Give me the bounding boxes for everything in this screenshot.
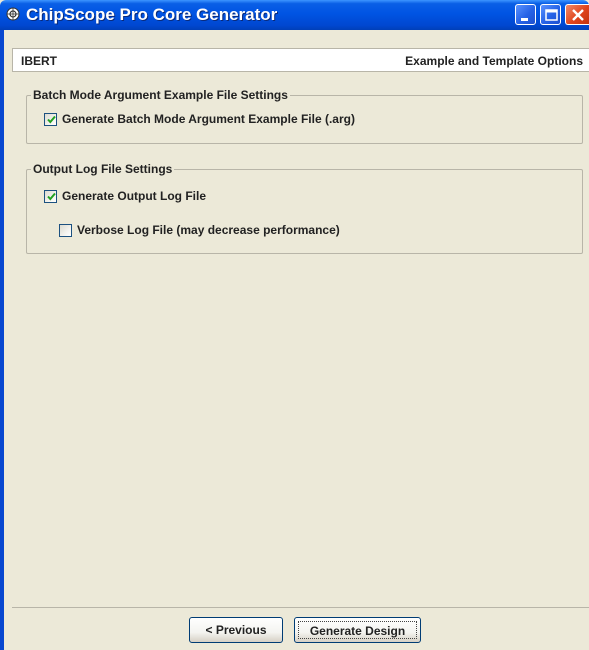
window-title: ChipScope Pro Core Generator (26, 5, 278, 24)
window: ChipScope Pro Core Generator IBERT Examp… (0, 0, 589, 650)
verbose-log-label: Verbose Log File (may decrease performan… (77, 223, 340, 237)
generate-design-label: Generate Design (298, 621, 417, 639)
batch-mode-group: Batch Mode Argument Example File Setting… (26, 88, 583, 144)
generate-design-button[interactable]: Generate Design (294, 617, 421, 643)
close-icon (572, 9, 584, 21)
title-bar[interactable]: ChipScope Pro Core Generator (0, 0, 589, 30)
previous-button[interactable]: < Previous (189, 617, 283, 643)
page-title: Example and Template Options (405, 54, 583, 68)
checkmark-icon (47, 115, 56, 124)
checkmark-icon (47, 192, 56, 201)
batch-mode-group-title: Batch Mode Argument Example File Setting… (31, 88, 290, 102)
wizard-header: IBERT Example and Template Options (12, 48, 589, 72)
core-name-label: IBERT (21, 54, 57, 68)
output-log-option[interactable]: Generate Output Log File (44, 188, 206, 204)
output-log-group-title: Output Log File Settings (31, 162, 175, 176)
close-button[interactable] (565, 4, 589, 25)
output-log-checkbox[interactable] (44, 189, 57, 203)
minimize-icon (521, 18, 528, 21)
verbose-log-checkbox[interactable] (59, 223, 72, 237)
batch-arg-option[interactable]: Generate Batch Mode Argument Example Fil… (44, 111, 355, 127)
verbose-log-option[interactable]: Verbose Log File (may decrease performan… (59, 222, 340, 238)
batch-arg-label: Generate Batch Mode Argument Example Fil… (62, 112, 355, 126)
maximize-icon (545, 9, 558, 21)
chipscope-app-icon (6, 7, 20, 21)
footer-divider (12, 607, 589, 608)
batch-arg-checkbox[interactable] (44, 112, 57, 126)
output-log-group: Output Log File Settings Generate Output… (26, 162, 583, 254)
minimize-button[interactable] (515, 4, 536, 25)
output-log-label: Generate Output Log File (62, 189, 207, 203)
maximize-button[interactable] (540, 4, 561, 25)
